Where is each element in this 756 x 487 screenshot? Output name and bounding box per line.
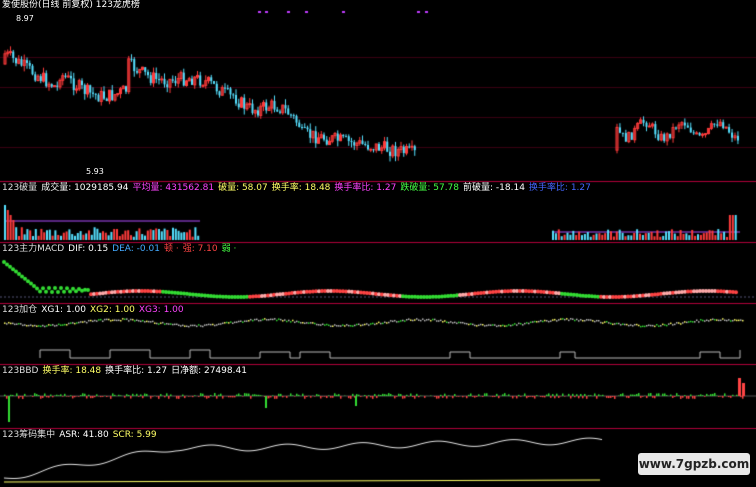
panel-volume-label: 前破量: -18.14	[463, 183, 525, 193]
watermark: www.7gpzb.com	[638, 453, 750, 475]
panel-macd-label: DIF: 0.15	[68, 244, 109, 254]
panel-volume-label: 123破量	[2, 183, 38, 193]
panel-volume-label: 破量: 58.07	[218, 183, 268, 193]
price-low-label: 5.93	[86, 167, 104, 176]
panel-xg-label: XG2: 1.00	[90, 305, 135, 315]
panel-bbd-label: 换手率: 18.48	[42, 366, 102, 376]
panel-macd-label: 顿 ·	[163, 244, 179, 254]
panel-chip-label: ASR: 41.80	[59, 430, 109, 440]
panel-volume-label: 跌破量: 57.78	[400, 183, 460, 193]
panel-chip-label: 123筹码集中	[2, 430, 56, 440]
panel-xg-label: XG3: 1.00	[138, 305, 184, 315]
panel-macd-label: DEA: -0.01	[112, 244, 160, 254]
panel-xg-label: 123加仓	[2, 305, 38, 315]
xg-panel-header: 123加仓 XG1: 1.00 XG2: 1.00 XG3: 1.00	[2, 305, 188, 316]
panel-macd-label: 弱 ·	[221, 244, 237, 254]
panel-volume-label: 换手率比: 1.27	[528, 183, 591, 193]
panel-macd-label: 123主力MACD	[2, 244, 65, 254]
chart-title-text: 爱使股份(日线 前复权) 123龙虎榜	[2, 0, 140, 10]
chart-title: 爱使股份(日线 前复权) 123龙虎榜	[2, 0, 144, 11]
panel-bbd-label: 123BBD	[2, 366, 39, 376]
panel-volume-label: 换手率比: 1.27	[334, 183, 397, 193]
chip-panel-header: 123筹码集中 ASR: 41.80 SCR: 5.99	[2, 430, 161, 441]
panel-volume-label: 换手率: 18.48	[271, 183, 331, 193]
panel-bbd-label: 换手率比: 1.27	[105, 366, 168, 376]
panel-bbd-label: 日净额: 27498.41	[171, 366, 247, 376]
macd-panel-header: 123主力MACD DIF: 0.15 DEA: -0.01 顿 · 强: 7.10 弱 …	[2, 244, 240, 255]
price-high-label: 8.97	[16, 14, 34, 23]
panel-volume-label: 平均量: 431562.81	[132, 183, 215, 193]
panel-volume-label: 成交量: 1029185.94	[41, 183, 129, 193]
panel-chip-label: SCR: 5.99	[112, 430, 157, 440]
volume-panel-header: 123破量 成交量: 1029185.94 平均量: 431562.81 破量: 58…	[2, 183, 595, 194]
panel-xg-label: XG1: 1.00	[41, 305, 86, 315]
panel-macd-label: 强: 7.10	[182, 244, 218, 254]
bbd-panel-header: 123BBD 换手率: 18.48 换手率比: 1.27 日净额: 27498.41	[2, 366, 251, 377]
